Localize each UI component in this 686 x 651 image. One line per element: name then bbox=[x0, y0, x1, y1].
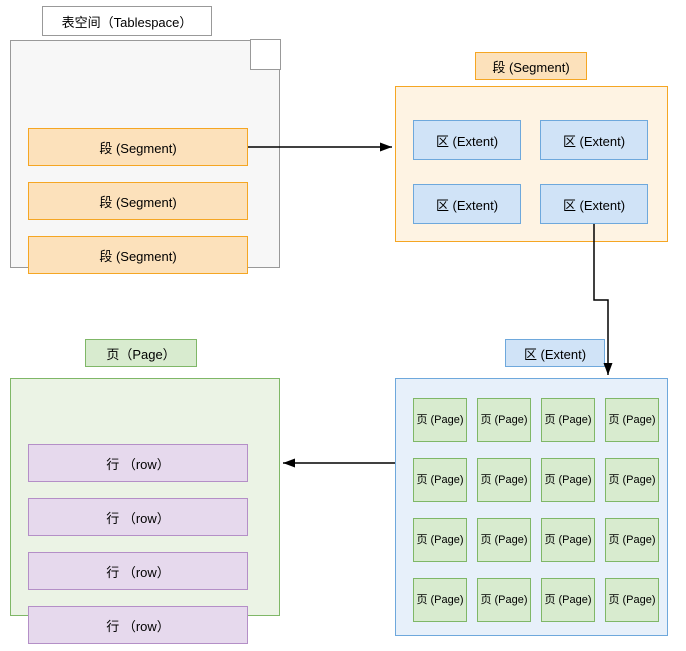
dogear-icon bbox=[250, 40, 280, 70]
page-item: 页 (Page) bbox=[541, 398, 595, 442]
row-item: 行 （row） bbox=[28, 444, 248, 482]
page-item: 页 (Page) bbox=[477, 578, 531, 622]
page-item: 页 (Page) bbox=[605, 398, 659, 442]
extent-item: 区 (Extent) bbox=[413, 184, 521, 224]
page-item: 页 (Page) bbox=[541, 518, 595, 562]
extent-item: 区 (Extent) bbox=[413, 120, 521, 160]
extent-title: 区 (Extent) bbox=[505, 339, 605, 367]
tablespace-title: 表空间（Tablespace） bbox=[42, 6, 212, 36]
page-item: 页 (Page) bbox=[413, 518, 467, 562]
page-item: 页 (Page) bbox=[541, 578, 595, 622]
page-item: 页 (Page) bbox=[605, 518, 659, 562]
page-item: 页 (Page) bbox=[413, 398, 467, 442]
page-item: 页 (Page) bbox=[413, 458, 467, 502]
page-item: 页 (Page) bbox=[477, 458, 531, 502]
page-item: 页 (Page) bbox=[477, 398, 531, 442]
page-item: 页 (Page) bbox=[605, 578, 659, 622]
page-title: 页（Page） bbox=[85, 339, 197, 367]
row-item: 行 （row） bbox=[28, 498, 248, 536]
segment-item: 段 (Segment) bbox=[28, 128, 248, 166]
segment-title: 段 (Segment) bbox=[475, 52, 587, 80]
page-item: 页 (Page) bbox=[477, 518, 531, 562]
segment-item: 段 (Segment) bbox=[28, 182, 248, 220]
page-item: 页 (Page) bbox=[541, 458, 595, 502]
row-item: 行 （row） bbox=[28, 552, 248, 590]
extent-item: 区 (Extent) bbox=[540, 120, 648, 160]
row-item: 行 （row） bbox=[28, 606, 248, 644]
extent-item: 区 (Extent) bbox=[540, 184, 648, 224]
page-item: 页 (Page) bbox=[605, 458, 659, 502]
segment-item: 段 (Segment) bbox=[28, 236, 248, 274]
page-item: 页 (Page) bbox=[413, 578, 467, 622]
